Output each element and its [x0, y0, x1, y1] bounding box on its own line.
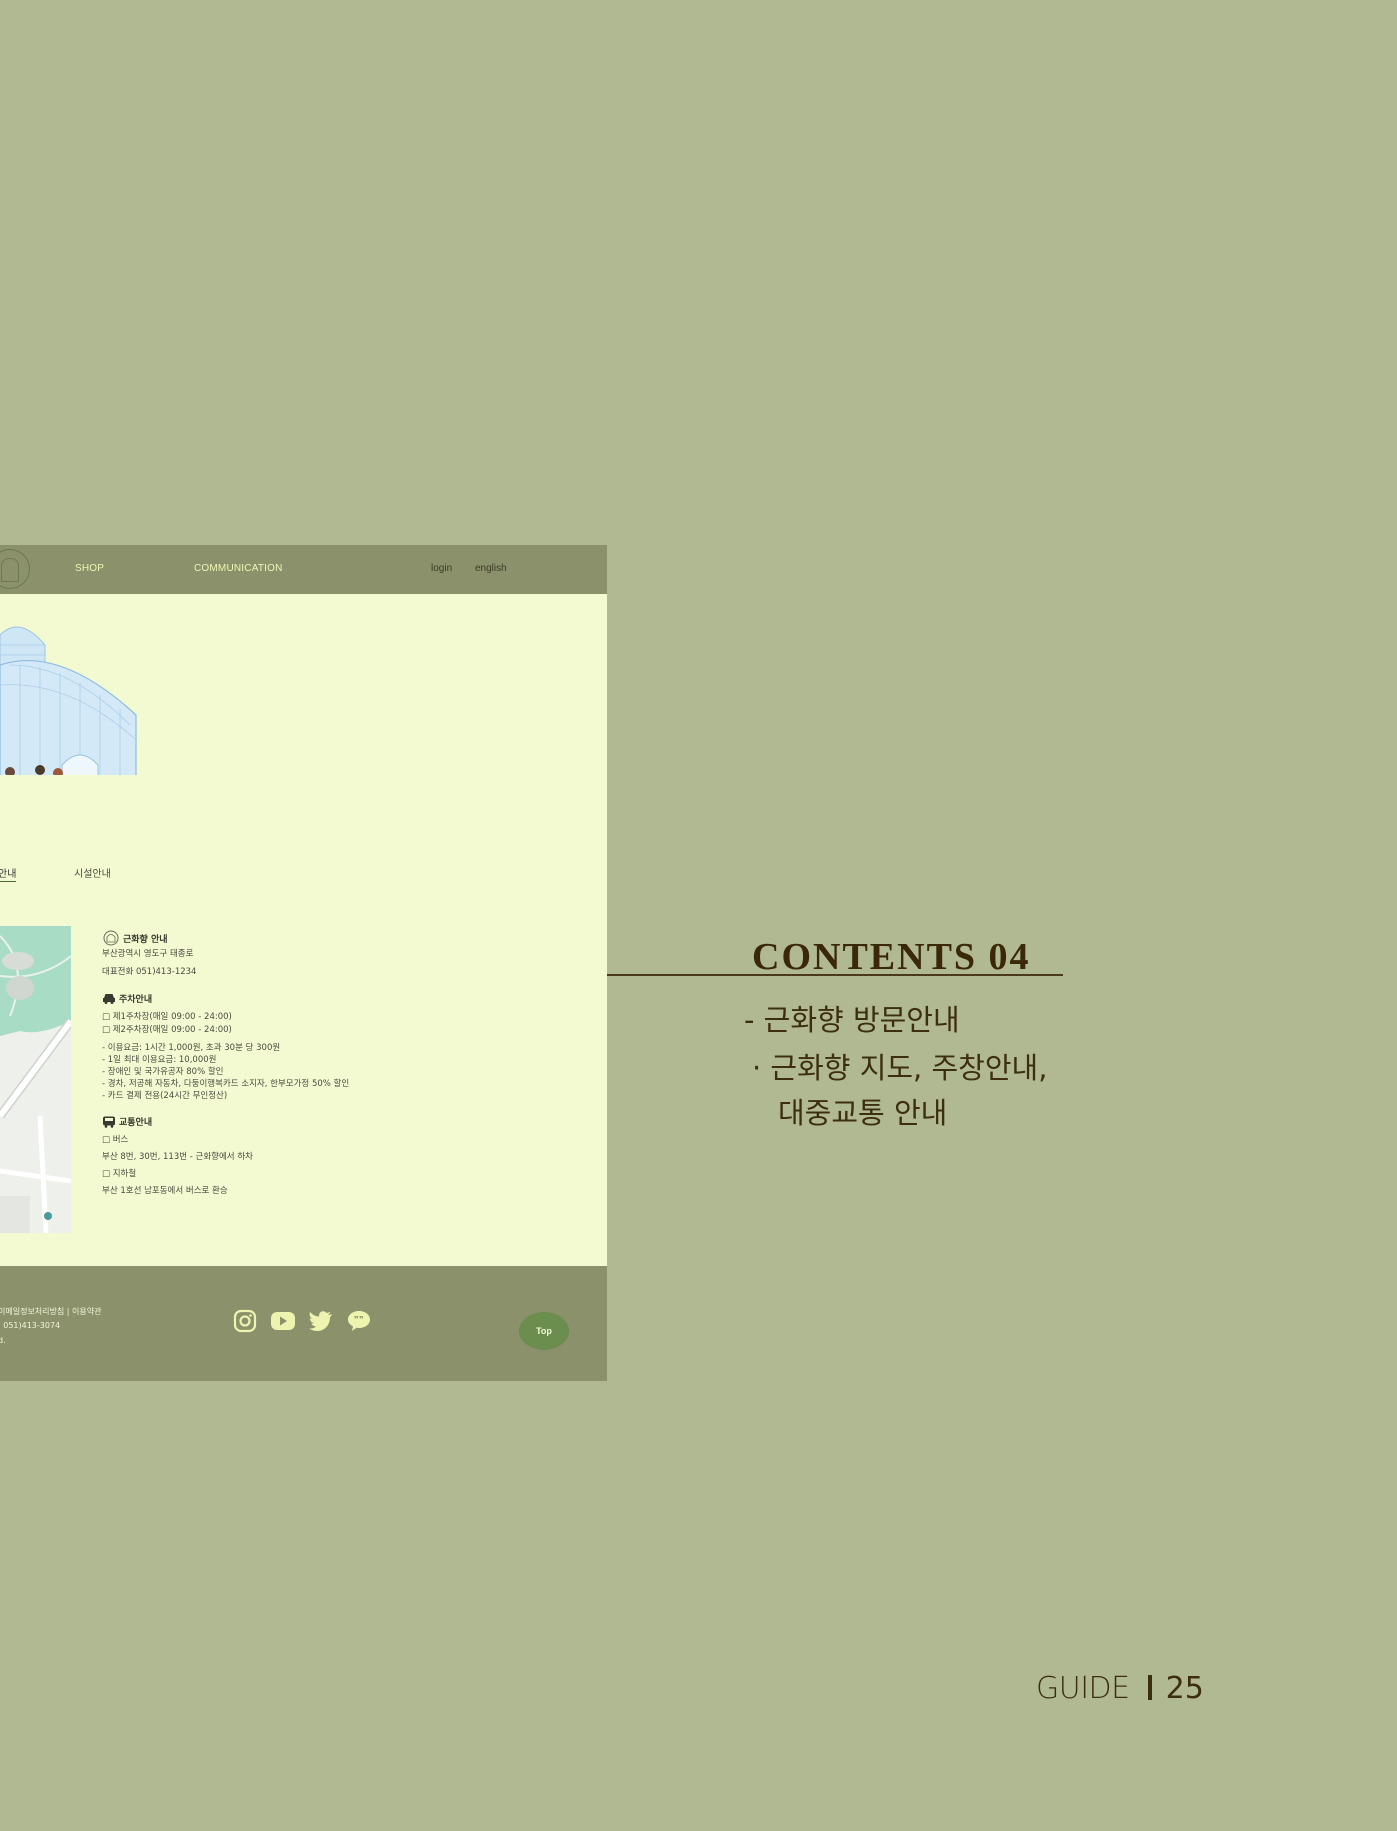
transit-title: 교통안내 — [102, 1115, 152, 1128]
contents-bullet-1: - 근화향 방문안내 — [744, 1003, 960, 1037]
website-screenshot: SHOP COMMUNICATION login english 안내 시설안내… — [0, 545, 607, 1381]
footer-separator — [1147, 1675, 1152, 1700]
subway-label: □ 지하철 — [102, 1169, 137, 1179]
twitter-icon[interactable] — [308, 1309, 334, 1333]
tab-facility[interactable]: 시설안내 — [74, 865, 111, 880]
site-footer: 이메일정보처리방침 | 이용약관 | 051)413-3074 d. ❞ ❞ T… — [0, 1266, 607, 1381]
page-footer: GUIDE 25 — [1036, 1671, 1204, 1706]
login-link[interactable]: login — [431, 563, 452, 574]
subway-route: 부산 1호선 남포동에서 버스로 환승 — [102, 1186, 228, 1196]
footer-copyright: d. — [0, 1336, 6, 1345]
instagram-icon[interactable] — [232, 1309, 258, 1333]
parking-detail: - 1일 최대 이용요금: 10,000원 — [102, 1055, 217, 1065]
bus-label: □ 버스 — [102, 1135, 129, 1145]
bus-icon — [103, 1116, 115, 1128]
kakaotalk-icon[interactable]: ❞ ❞ — [346, 1309, 372, 1333]
youtube-icon[interactable] — [270, 1309, 296, 1333]
english-link[interactable]: english — [475, 563, 507, 574]
bus-routes: 부산 8번, 30번, 113번 - 근화향에서 하차 — [102, 1152, 253, 1162]
parking-detail: - 이용요금: 1시간 1,000원, 초과 30분 당 300원 — [102, 1043, 281, 1053]
svg-text:❞: ❞ — [354, 1315, 359, 1324]
footer-links[interactable]: 이메일정보처리방침 | 이용약관 — [0, 1306, 101, 1317]
scroll-top-button[interactable]: Top — [519, 1312, 569, 1350]
garden-emblem-icon — [103, 930, 119, 946]
page-number: 25 — [1165, 1671, 1204, 1706]
tab-directions[interactable]: 안내 — [0, 865, 17, 882]
phone-text: 대표전화 051)413-1234 — [102, 967, 197, 977]
location-title: 근화향 안내 — [102, 930, 168, 946]
car-icon — [103, 994, 115, 1004]
parking-title: 주차안내 — [102, 992, 152, 1005]
parking-lot-1: □ 제1주차장(매일 09:00 - 24:00) — [102, 1012, 232, 1022]
location-map[interactable] — [0, 926, 71, 1233]
guide-label: GUIDE — [1036, 1671, 1130, 1706]
parking-lot-2: □ 제2주차장(매일 09:00 - 24:00) — [102, 1025, 232, 1035]
nav-communication[interactable]: COMMUNICATION — [194, 563, 283, 574]
contents-bullet-2: · 근화향 지도, 주창안내, — [752, 1051, 1048, 1085]
garden-logo[interactable] — [0, 549, 30, 589]
site-header: SHOP COMMUNICATION login english — [0, 545, 607, 594]
address-text: 부산광역시 영도구 태종로 — [102, 949, 194, 959]
svg-text:❞: ❞ — [359, 1315, 364, 1324]
contents-title: CONTENTS 04 — [752, 936, 1031, 978]
parking-detail: - 카드 결제 전용(24시간 무인정산) — [102, 1091, 228, 1101]
parking-detail: - 장애인 및 국가유공자 80% 할인 — [102, 1067, 224, 1077]
footer-contact: | 051)413-3074 — [0, 1321, 61, 1330]
parking-detail: - 경차, 저공해 자동차, 다둥이행복카드 소지자, 한부모가정 50% 할인 — [102, 1079, 350, 1089]
contents-bullet-3: 대중교통 안내 — [778, 1096, 948, 1130]
nav-shop[interactable]: SHOP — [75, 563, 104, 574]
greenhouse-illustration — [0, 626, 137, 775]
